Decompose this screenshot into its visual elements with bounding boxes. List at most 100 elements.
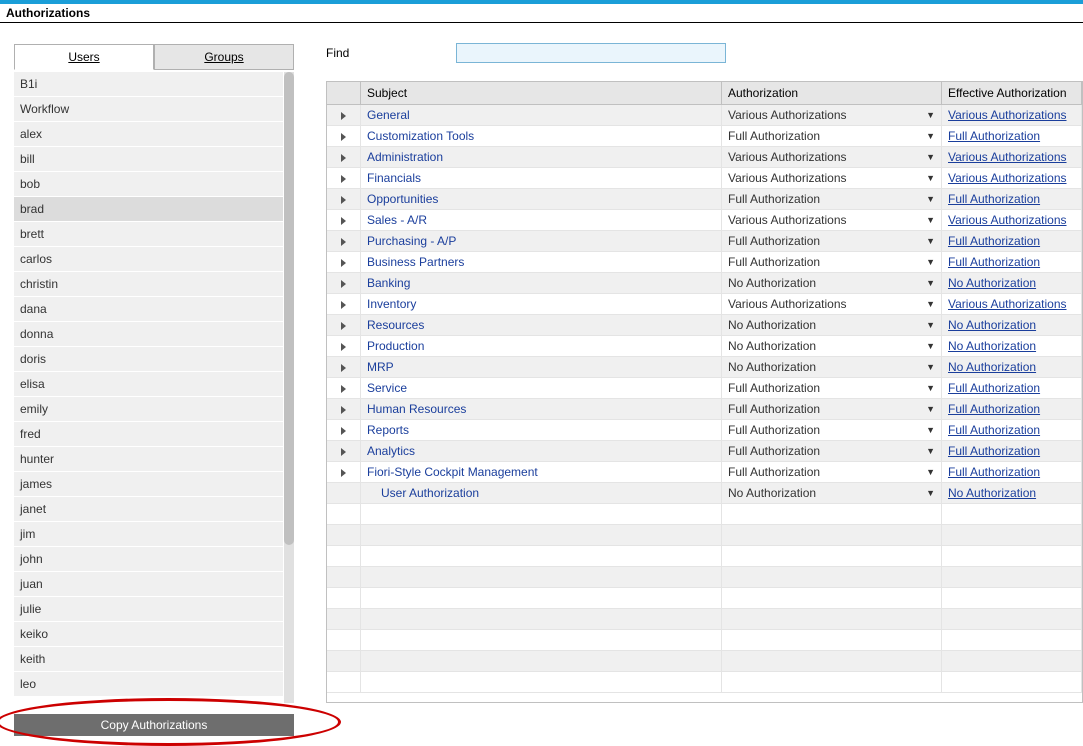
subject-cell[interactable]: Administration (361, 147, 722, 167)
authorization-cell[interactable]: Full Authorization▼ (722, 420, 942, 440)
effective-authorization-cell[interactable]: No Authorization (942, 273, 1082, 293)
subject-cell[interactable]: Customization Tools (361, 126, 722, 146)
expand-cell[interactable] (327, 210, 361, 230)
tab-groups[interactable]: Groups (154, 44, 294, 70)
effective-authorization-cell[interactable]: Full Authorization (942, 126, 1082, 146)
user-item[interactable]: Workflow (14, 97, 283, 122)
grid-row[interactable]: AnalyticsFull Authorization▼Full Authori… (327, 441, 1082, 462)
expand-cell[interactable] (327, 147, 361, 167)
authorization-cell[interactable]: Full Authorization▼ (722, 441, 942, 461)
effective-authorization-cell[interactable]: Various Authorizations (942, 210, 1082, 230)
user-item[interactable]: carlos (14, 247, 283, 272)
user-item[interactable]: B1i (14, 72, 283, 97)
expand-cell[interactable] (327, 189, 361, 209)
user-item[interactable]: juan (14, 572, 283, 597)
grid-row[interactable]: ProductionNo Authorization▼No Authorizat… (327, 336, 1082, 357)
expand-cell[interactable] (327, 105, 361, 125)
user-item[interactable]: keiko (14, 622, 283, 647)
authorization-cell[interactable]: No Authorization▼ (722, 315, 942, 335)
expand-cell[interactable] (327, 441, 361, 461)
subject-cell[interactable]: Production (361, 336, 722, 356)
expand-cell[interactable] (327, 483, 361, 503)
user-item[interactable]: bob (14, 172, 283, 197)
subject-cell[interactable]: Purchasing - A/P (361, 231, 722, 251)
effective-authorization-cell[interactable]: Various Authorizations (942, 105, 1082, 125)
authorization-cell[interactable]: Various Authorizations▼ (722, 168, 942, 188)
effective-authorization-cell[interactable]: No Authorization (942, 357, 1082, 377)
expand-cell[interactable] (327, 399, 361, 419)
user-item[interactable]: brett (14, 222, 283, 247)
user-item[interactable]: fred (14, 422, 283, 447)
user-item[interactable]: christin (14, 272, 283, 297)
effective-authorization-cell[interactable]: Various Authorizations (942, 147, 1082, 167)
authorization-cell[interactable]: Full Authorization▼ (722, 378, 942, 398)
grid-row[interactable]: BankingNo Authorization▼No Authorization (327, 273, 1082, 294)
grid-row[interactable]: AdministrationVarious Authorizations▼Var… (327, 147, 1082, 168)
grid-header-subject[interactable]: Subject (361, 82, 722, 104)
grid-row[interactable]: FinancialsVarious Authorizations▼Various… (327, 168, 1082, 189)
expand-cell[interactable] (327, 462, 361, 482)
expand-cell[interactable] (327, 252, 361, 272)
user-item[interactable]: keith (14, 647, 283, 672)
effective-authorization-cell[interactable]: Full Authorization (942, 231, 1082, 251)
subject-cell[interactable]: Human Resources (361, 399, 722, 419)
grid-row[interactable]: OpportunitiesFull Authorization▼Full Aut… (327, 189, 1082, 210)
effective-authorization-cell[interactable]: Full Authorization (942, 189, 1082, 209)
grid-row[interactable]: GeneralVarious Authorizations▼Various Au… (327, 105, 1082, 126)
tab-users[interactable]: Users (14, 44, 154, 70)
expand-cell[interactable] (327, 315, 361, 335)
subject-cell[interactable]: Sales - A/R (361, 210, 722, 230)
find-input[interactable] (456, 43, 726, 63)
user-item[interactable]: dana (14, 297, 283, 322)
user-list-scrollbar[interactable] (284, 72, 294, 703)
effective-authorization-cell[interactable]: No Authorization (942, 315, 1082, 335)
grid-row[interactable]: ReportsFull Authorization▼Full Authoriza… (327, 420, 1082, 441)
grid-row[interactable]: Sales - A/RVarious Authorizations▼Variou… (327, 210, 1082, 231)
effective-authorization-cell[interactable]: Various Authorizations (942, 294, 1082, 314)
user-item[interactable]: donna (14, 322, 283, 347)
authorization-cell[interactable]: Full Authorization▼ (722, 462, 942, 482)
user-item[interactable]: bill (14, 147, 283, 172)
grid-row[interactable]: Purchasing - A/PFull Authorization▼Full … (327, 231, 1082, 252)
subject-cell[interactable]: MRP (361, 357, 722, 377)
user-item[interactable]: alex (14, 122, 283, 147)
effective-authorization-cell[interactable]: No Authorization (942, 336, 1082, 356)
expand-cell[interactable] (327, 420, 361, 440)
grid-header-effective[interactable]: Effective Authorization (942, 82, 1082, 104)
grid-row[interactable]: Business PartnersFull Authorization▼Full… (327, 252, 1082, 273)
effective-authorization-cell[interactable]: Full Authorization (942, 378, 1082, 398)
user-item[interactable]: james (14, 472, 283, 497)
user-item[interactable]: jim (14, 522, 283, 547)
grid-row[interactable]: ServiceFull Authorization▼Full Authoriza… (327, 378, 1082, 399)
user-item[interactable]: brad (14, 197, 283, 222)
authorization-cell[interactable]: Various Authorizations▼ (722, 294, 942, 314)
grid-row[interactable]: Customization ToolsFull Authorization▼Fu… (327, 126, 1082, 147)
user-list-scroll-thumb[interactable] (284, 72, 294, 545)
user-item[interactable]: elisa (14, 372, 283, 397)
effective-authorization-cell[interactable]: Full Authorization (942, 420, 1082, 440)
expand-cell[interactable] (327, 357, 361, 377)
subject-cell[interactable]: Resources (361, 315, 722, 335)
authorization-cell[interactable]: Full Authorization▼ (722, 399, 942, 419)
user-item[interactable]: leo (14, 672, 283, 697)
expand-cell[interactable] (327, 273, 361, 293)
authorization-cell[interactable]: No Authorization▼ (722, 357, 942, 377)
effective-authorization-cell[interactable]: Full Authorization (942, 252, 1082, 272)
grid-row[interactable]: InventoryVarious Authorizations▼Various … (327, 294, 1082, 315)
authorization-cell[interactable]: No Authorization▼ (722, 483, 942, 503)
expand-cell[interactable] (327, 378, 361, 398)
copy-authorizations-button[interactable]: Copy Authorizations (14, 714, 294, 736)
subject-cell[interactable]: Fiori-Style Cockpit Management (361, 462, 722, 482)
subject-cell[interactable]: Banking (361, 273, 722, 293)
effective-authorization-cell[interactable]: Full Authorization (942, 399, 1082, 419)
subject-cell[interactable]: Inventory (361, 294, 722, 314)
expand-cell[interactable] (327, 126, 361, 146)
grid-row[interactable]: Fiori-Style Cockpit ManagementFull Autho… (327, 462, 1082, 483)
subject-cell[interactable]: User Authorization (361, 483, 722, 503)
subject-cell[interactable]: Financials (361, 168, 722, 188)
grid-header-authorization[interactable]: Authorization (722, 82, 942, 104)
effective-authorization-cell[interactable]: Various Authorizations (942, 168, 1082, 188)
expand-cell[interactable] (327, 294, 361, 314)
user-item[interactable]: hunter (14, 447, 283, 472)
grid-row[interactable]: User AuthorizationNo Authorization▼No Au… (327, 483, 1082, 504)
